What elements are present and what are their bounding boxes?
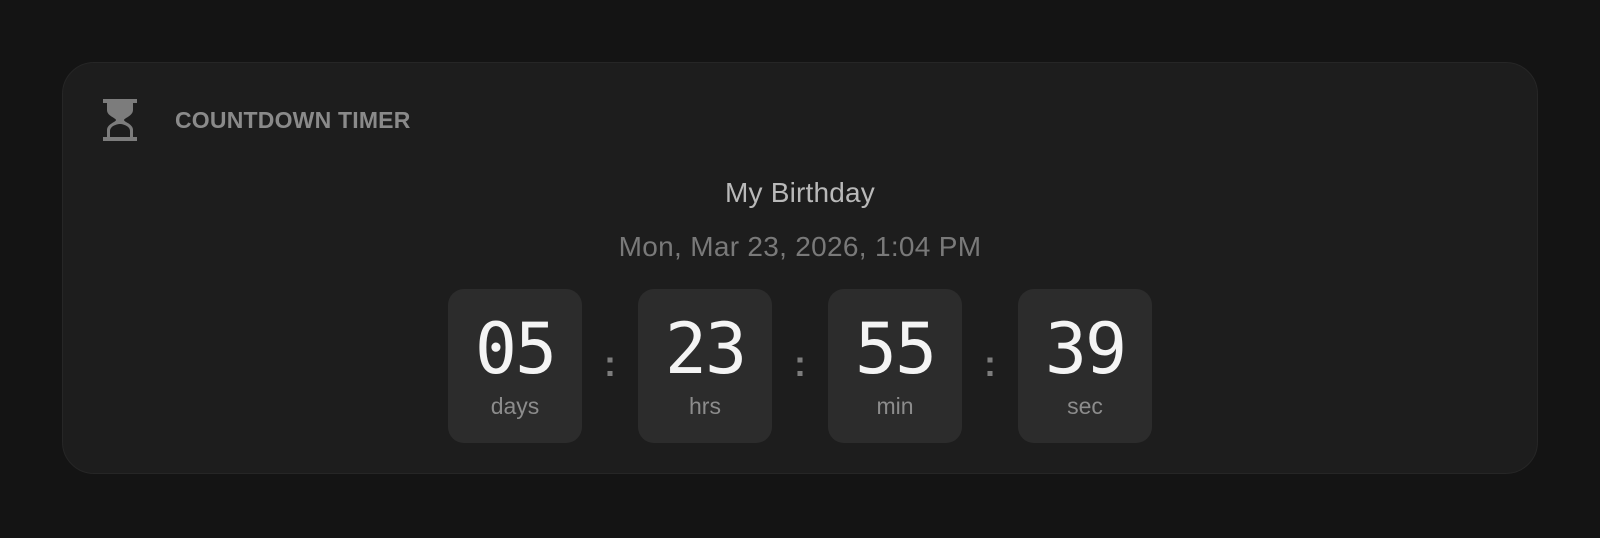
minutes-label: min <box>876 393 914 419</box>
hours-value: 23 <box>664 308 747 390</box>
event-datetime: Mon, Mar 23, 2026, 1:04 PM <box>618 231 982 262</box>
separator-colon: : <box>984 343 996 384</box>
time-separator: : <box>582 289 638 443</box>
countdown-card: COUNTDOWN TIMER My Birthday Mon, Mar 23,… <box>62 62 1538 474</box>
hourglass-icon <box>103 99 137 141</box>
minutes-value: 55 <box>854 308 937 390</box>
time-separator: : <box>962 289 1018 443</box>
event-name: My Birthday <box>724 177 876 208</box>
widget-title: COUNTDOWN TIMER <box>175 106 411 133</box>
countdown-display: 05 days : 23 hrs : 55 min : 39 sec <box>448 289 1152 443</box>
time-separator: : <box>772 289 828 443</box>
separator-colon: : <box>604 343 616 384</box>
days-tile: 05 days <box>448 289 582 443</box>
hours-label: hrs <box>689 393 721 419</box>
card-header: COUNTDOWN TIMER <box>103 99 411 141</box>
separator-colon: : <box>794 343 806 384</box>
days-label: days <box>490 393 540 419</box>
seconds-label: sec <box>1067 393 1103 419</box>
hours-tile: 23 hrs <box>638 289 772 443</box>
seconds-value: 39 <box>1044 308 1127 390</box>
seconds-tile: 39 sec <box>1018 289 1152 443</box>
days-value: 05 <box>474 308 557 390</box>
minutes-tile: 55 min <box>828 289 962 443</box>
